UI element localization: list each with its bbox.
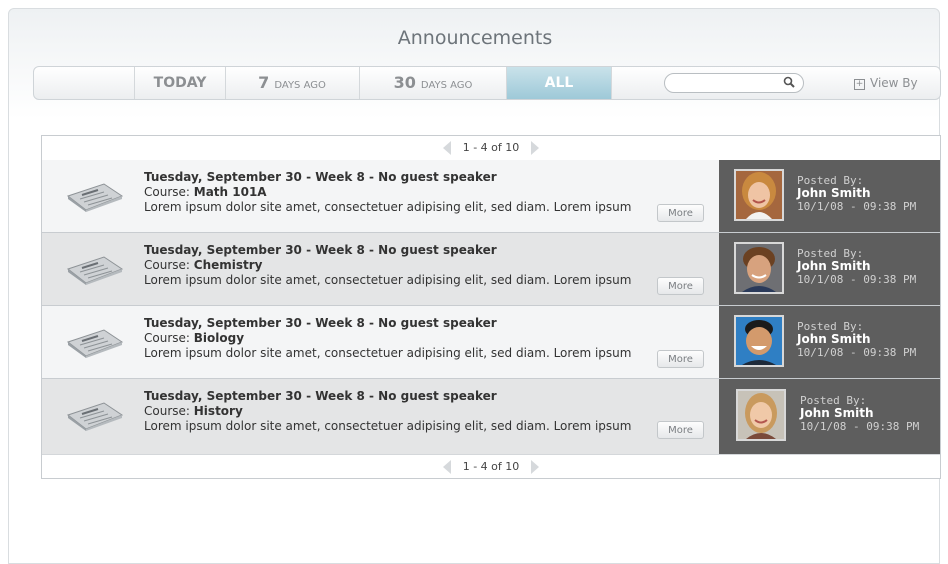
announcement-headline: Tuesday, September 30 - Week 8 - No gues…	[144, 316, 497, 330]
pagination-label: 1 - 4 of 10	[462, 141, 520, 154]
search-icon[interactable]	[783, 76, 795, 88]
announcement-body: Lorem ipsum dolor site amet, consectetue…	[144, 419, 632, 433]
author-name: John Smith	[797, 332, 871, 346]
course-prefix: Course:	[144, 258, 194, 272]
announcement-text: Tuesday, September 30 - Week 8 - No gues…	[144, 316, 704, 361]
search-box	[664, 73, 804, 95]
newspaper-icon	[66, 402, 124, 431]
announcement-course: Course: Math 101A	[144, 185, 704, 200]
tab-7-days-number: 7	[258, 73, 270, 92]
previous-page-arrow-icon[interactable]	[443, 460, 452, 474]
more-button[interactable]: More	[657, 277, 704, 295]
poster-info: Posted By: John Smith 10/1/08 - 09:38 PM	[719, 160, 940, 232]
tab-7-days-label: DAYS AGO	[274, 80, 326, 91]
filter-tab-bar: TODAY 7 DAYS AGO 30 DAYS AGO ALL + View B…	[33, 66, 941, 100]
announcement-row[interactable]: Tuesday, September 30 - Week 8 - No gues…	[42, 379, 940, 454]
announcement-text: Tuesday, September 30 - Week 8 - No gues…	[144, 389, 704, 434]
tab-30-days-number: 30	[393, 73, 416, 92]
expand-plus-icon: +	[854, 79, 865, 90]
avatar-woman-icon	[736, 171, 782, 219]
course-name: History	[193, 404, 243, 418]
newspaper-icon	[66, 256, 124, 285]
avatar	[734, 242, 784, 294]
announcement-body: Lorem ipsum dolor site amet, consectetue…	[144, 273, 632, 287]
search-input[interactable]	[673, 76, 787, 95]
tab-7-days-ago[interactable]: 7 DAYS AGO	[225, 67, 360, 99]
tab-30-days-label: DAYS AGO	[420, 80, 473, 91]
post-timestamp: 10/1/08 - 09:38 PM	[797, 273, 917, 286]
newspaper-icon	[66, 183, 124, 212]
course-name: Biology	[193, 331, 245, 345]
course-prefix: Course:	[144, 185, 194, 199]
previous-page-arrow-icon[interactable]	[443, 141, 452, 155]
pagination-top: 1 - 4 of 10	[42, 136, 940, 161]
poster-info: Posted By: John Smith 10/1/08 - 09:38 PM	[719, 306, 940, 378]
announcement-headline: Tuesday, September 30 - Week 8 - No gues…	[144, 389, 497, 403]
announcements-panel: Announcements TODAY 7 DAYS AGO 30 DAYS A…	[8, 8, 941, 564]
announcement-headline: Tuesday, September 30 - Week 8 - No gues…	[144, 243, 497, 257]
page-title: Announcements	[397, 27, 553, 49]
avatar	[736, 389, 786, 441]
poster-info: Posted By: John Smith 10/1/08 - 09:38 PM	[719, 233, 940, 305]
course-prefix: Course:	[144, 331, 194, 345]
announcement-row[interactable]: Tuesday, September 30 - Week 8 - No gues…	[42, 306, 940, 379]
tab-today[interactable]: TODAY	[134, 67, 226, 99]
poster-text: Posted By: John Smith 10/1/08 - 09:38 PM	[797, 247, 916, 286]
view-by-label: View By	[870, 76, 918, 90]
more-button[interactable]: More	[657, 350, 704, 368]
tab-all[interactable]: ALL	[507, 67, 612, 99]
course-name: Math 101A	[193, 185, 267, 199]
next-page-arrow-icon[interactable]	[530, 460, 539, 474]
newspaper-icon	[66, 329, 124, 358]
post-timestamp: 10/1/08 - 09:38 PM	[797, 346, 917, 359]
author-name: John Smith	[797, 259, 871, 273]
avatar	[734, 169, 784, 221]
course-prefix: Course:	[144, 404, 194, 418]
announcement-list: 1 - 4 of 10 Tuesday, September 30 - Week…	[41, 135, 941, 479]
course-name: Chemistry	[193, 258, 263, 272]
announcement-body: Lorem ipsum dolor site amet, consectetue…	[144, 346, 632, 360]
poster-text: Posted By: John Smith 10/1/08 - 09:38 PM	[797, 174, 916, 213]
announcement-course: Course: Chemistry	[144, 258, 704, 273]
pagination-bottom: 1 - 4 of 10	[42, 454, 940, 479]
pagination-label: 1 - 4 of 10	[462, 460, 520, 473]
announcement-course: Course: Biology	[144, 331, 704, 346]
avatar-man-icon	[736, 244, 782, 292]
poster-text: Posted By: John Smith 10/1/08 - 09:38 PM	[797, 320, 916, 359]
poster-text: Posted By: John Smith 10/1/08 - 09:38 PM	[800, 394, 919, 433]
announcement-text: Tuesday, September 30 - Week 8 - No gues…	[144, 170, 704, 215]
tab-30-days-ago[interactable]: 30 DAYS AGO	[360, 67, 507, 99]
announcement-headline: Tuesday, September 30 - Week 8 - No gues…	[144, 170, 497, 184]
announcement-body: Lorem ipsum dolor site amet, consectetue…	[144, 200, 632, 214]
more-button[interactable]: More	[657, 204, 704, 222]
avatar	[734, 315, 784, 367]
post-timestamp: 10/1/08 - 09:38 PM	[797, 200, 917, 213]
author-name: John Smith	[800, 406, 874, 420]
view-by-button[interactable]: + View By	[854, 67, 918, 99]
announcement-row[interactable]: Tuesday, September 30 - Week 8 - No gues…	[42, 233, 940, 306]
announcement-course: Course: History	[144, 404, 704, 419]
poster-info: Posted By: John Smith 10/1/08 - 09:38 PM	[719, 379, 940, 454]
avatar-woman-icon	[738, 391, 784, 439]
avatar-man-icon	[736, 317, 782, 365]
announcement-row[interactable]: Tuesday, September 30 - Week 8 - No gues…	[42, 160, 940, 233]
more-button[interactable]: More	[657, 421, 704, 439]
post-timestamp: 10/1/08 - 09:38 PM	[800, 420, 920, 433]
author-name: John Smith	[797, 186, 871, 200]
announcement-text: Tuesday, September 30 - Week 8 - No gues…	[144, 243, 704, 288]
next-page-arrow-icon[interactable]	[530, 141, 539, 155]
